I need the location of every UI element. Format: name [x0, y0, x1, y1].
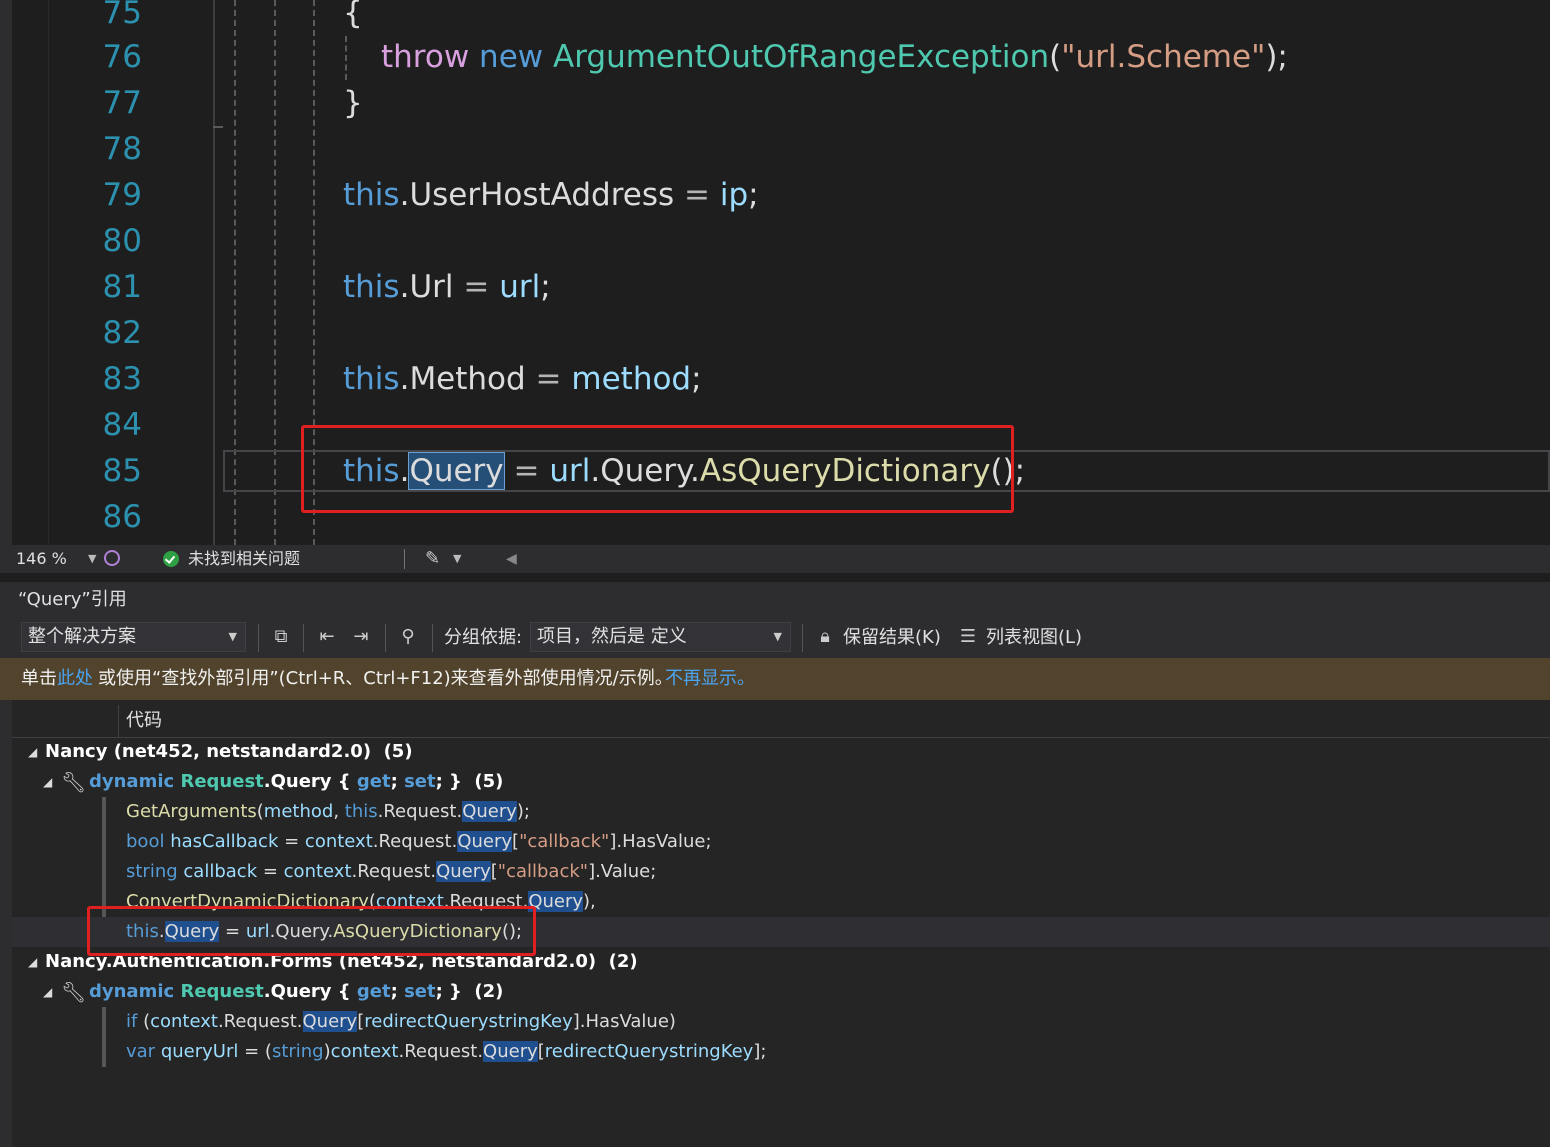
code-line-80: 80 [0, 218, 1550, 264]
code-line-83: 83 this.Method = method; [0, 356, 1550, 402]
reference-item[interactable]: bool hasCallback = context.Request.Query… [12, 827, 1550, 857]
check-circle-icon [163, 551, 179, 567]
code-line-79: 79 this.UserHostAddress = ip; [0, 172, 1550, 218]
divider [303, 624, 304, 652]
panel-title: “Query”引用 [18, 589, 127, 610]
line-number: 79 [102, 177, 142, 213]
panel-margin [0, 700, 12, 1147]
info-text: 单击 [21, 668, 57, 689]
reference-item[interactable]: var queryUrl = (string)context.Request.Q… [12, 1037, 1550, 1067]
line-number: 81 [102, 269, 142, 305]
previous-location-icon[interactable]: ⇤ [316, 626, 338, 648]
chevron-down-icon: ▼ [773, 630, 782, 643]
line-number: 78 [102, 131, 142, 167]
next-location-icon[interactable]: ⇥ [350, 626, 372, 648]
zoom-level[interactable]: 146 % [16, 545, 67, 573]
divider [432, 624, 433, 652]
lock-icon[interactable]: 🔒︎ [814, 626, 836, 648]
code-health-icon[interactable] [104, 550, 120, 566]
code-line-77: 77 } [0, 80, 1550, 126]
group-by-select[interactable]: 项目，然后是 定义 ▼ [530, 622, 791, 652]
chevron-down-icon: ▼ [228, 630, 237, 643]
code-editor[interactable]: 75 { 76 throw new ArgumentOutOfRangeExce… [0, 0, 1550, 545]
code-cleanup-icon[interactable]: ✎ [425, 545, 440, 573]
line-number: 75 [102, 0, 142, 31]
code-text: this.Url = url; [343, 269, 551, 305]
info-bar: 单击 此处 或使用“查找外部引用”(Ctrl+R、Ctrl+F12)来查看外部使… [0, 658, 1550, 700]
chevron-down-icon[interactable]: ▼ [88, 545, 96, 573]
divider [802, 624, 803, 652]
line-number: 82 [102, 315, 142, 351]
code-text: } [343, 85, 363, 121]
annotation-highlight-box [87, 906, 536, 956]
line-number: 76 [102, 39, 142, 75]
line-number: 77 [102, 85, 142, 121]
code-line-81: 81 this.Url = url; [0, 264, 1550, 310]
tree-definition-node[interactable]: ◢ 🔧︎ dynamic Request.Query { get; set; }… [12, 767, 1550, 797]
collapse-triangle-icon[interactable]: ◢ [28, 947, 37, 977]
info-link-here[interactable]: 此处 [57, 658, 93, 700]
collapse-triangle-icon[interactable]: ◢ [28, 737, 37, 767]
reference-item[interactable]: string callback = context.Request.Query[… [12, 857, 1550, 887]
code-text: this.Method = method; [343, 361, 702, 397]
divider [385, 624, 386, 652]
divider [404, 549, 405, 569]
column-header: 代码 [12, 705, 1550, 738]
annotation-highlight-box [301, 425, 1014, 513]
reference-item[interactable]: if (context.Request.Query[redirectQuerys… [12, 1007, 1550, 1037]
tree-definition-node[interactable]: ◢ 🔧︎ dynamic Request.Query { get; set; }… [12, 977, 1550, 1007]
line-number: 86 [102, 499, 142, 535]
code-text: throw new ArgumentOutOfRangeException("u… [381, 39, 1288, 75]
list-view-button[interactable]: 列表视图(L) [986, 618, 1082, 658]
divider [258, 624, 259, 652]
collapse-triangle-icon[interactable]: ◢ [43, 767, 52, 797]
tree-project-node[interactable]: ◢ Nancy (net452, netstandard2.0) (5) [12, 737, 1550, 767]
references-results: 代码 ◢ Nancy (net452, netstandard2.0) (5) … [0, 700, 1550, 1147]
chevron-down-icon[interactable]: ▼ [453, 545, 461, 573]
filter-icon[interactable]: ⚲ [397, 626, 419, 648]
code-line-82: 82 [0, 310, 1550, 356]
column-divider[interactable] [118, 705, 119, 737]
line-number: 84 [102, 407, 142, 443]
editor-status-bar: 146 % ▼ 未找到相关问题 ✎ ▼ ◀ [0, 545, 1550, 573]
copy-icon[interactable]: ⧉ [270, 626, 292, 648]
collapse-triangle-icon[interactable]: ◢ [43, 977, 52, 1007]
reference-item[interactable]: GetArguments(method, this.Request.Query)… [12, 797, 1550, 827]
code-text: this.UserHostAddress = ip; [343, 177, 759, 213]
line-number: 80 [102, 223, 142, 259]
list-view-icon[interactable]: ☰ [957, 626, 979, 648]
info-text: 或使用“查找外部引用”(Ctrl+R、Ctrl+F12)来查看外部使用情况/示例… [98, 668, 673, 689]
wrench-icon: 🔧︎ [61, 770, 87, 794]
dont-show-again-link[interactable]: 不再显示。 [665, 658, 755, 700]
code-line-78: 78 [0, 126, 1550, 172]
scope-select[interactable]: 整个解决方案 ▼ [21, 622, 246, 652]
column-header-code[interactable]: 代码 [126, 705, 162, 737]
wrench-icon: 🔧︎ [61, 980, 87, 1004]
issues-status[interactable]: 未找到相关问题 [188, 545, 300, 573]
code-text: { [343, 0, 363, 31]
group-by-label: 分组依据: [444, 627, 523, 648]
line-number: 85 [102, 453, 142, 489]
references-toolbar: 整个解决方案 ▼ ⧉ ⇤ ⇥ ⚲ 分组依据: 项目，然后是 定义 ▼ 🔒︎ 保留结果… [0, 618, 1550, 658]
code-line-76: 76 throw new ArgumentOutOfRangeException… [0, 34, 1550, 80]
keep-results-button[interactable]: 保留结果(K) [843, 618, 941, 658]
scroll-left-icon[interactable]: ◀ [506, 545, 517, 573]
references-panel-title-bar: “Query”引用 [0, 582, 1550, 618]
code-line-75: 75 { [0, 0, 1550, 36]
line-number: 83 [102, 361, 142, 397]
